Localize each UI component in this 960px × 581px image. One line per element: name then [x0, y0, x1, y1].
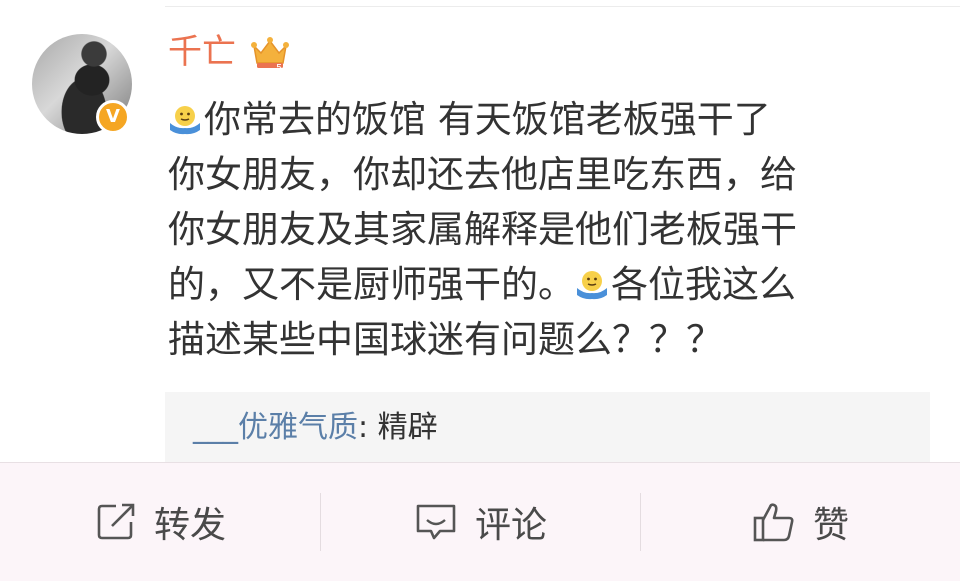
crown-badge-icon: 5 [251, 37, 289, 73]
post-text: 你常去的饭馆 有天饭馆老板强干了 你女朋友，你却还去他店里吃东西，给 你女朋友及… [168, 92, 908, 367]
post-line: 的，又不是厨师强干的。 各位我这么 [168, 257, 908, 312]
comment-text: 精辟 [377, 410, 438, 445]
comment-button[interactable]: 评论 [320, 463, 640, 581]
top-divider [165, 6, 960, 7]
repost-button[interactable]: 转发 [0, 463, 320, 581]
verified-badge-icon: V [96, 100, 130, 134]
comment-preview[interactable]: ___优雅气质: 精辟 [165, 392, 930, 462]
comment-icon [416, 504, 456, 540]
like-label: 赞 [812, 505, 849, 546]
post-line-text: 的，又不是厨师强干的。 [168, 263, 575, 306]
comment-label: 评论 [474, 505, 547, 546]
username[interactable]: 千亡 [168, 30, 236, 74]
svg-text:5: 5 [276, 63, 282, 73]
post-line: 描述某些中国球迷有问题么？？？ [168, 318, 723, 361]
post-line: 你女朋友，你却还去他店里吃东西，给 [168, 153, 797, 196]
like-button[interactable]: 赞 [640, 463, 960, 581]
shrug-emoji-icon [577, 271, 607, 300]
comment-line: ___优雅气质: 精辟 [193, 408, 438, 448]
comment-username[interactable]: ___优雅气质 [193, 410, 358, 445]
post-line-text: 你常去的饭馆 有天饭馆老板强干了 [204, 98, 771, 141]
action-bar: 转发 评论 赞 [0, 462, 960, 581]
shrug-emoji-icon [170, 106, 200, 135]
post-line: 你常去的饭馆 有天饭馆老板强干了 [168, 92, 908, 147]
post-line: 你女朋友及其家属解释是他们老板强干 [168, 208, 797, 251]
post-line-text: 各位我这么 [611, 263, 796, 306]
repost-label: 转发 [153, 505, 226, 546]
comment-separator: : [358, 410, 369, 445]
repost-icon [97, 503, 135, 540]
like-icon [753, 503, 794, 542]
